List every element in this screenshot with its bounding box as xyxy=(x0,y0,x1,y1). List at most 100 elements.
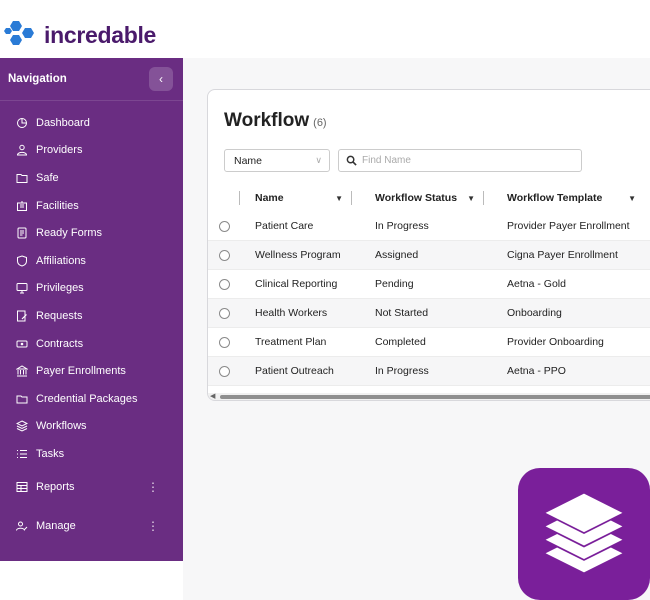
sidebar-item-label: Reports xyxy=(36,481,75,494)
workflow-card: Workflow(6) Name ∨ Name ▼ Workflow Statu… xyxy=(207,89,650,401)
sidebar-item-label: Safe xyxy=(36,171,59,184)
privileges-icon xyxy=(16,282,28,294)
sidebar-item-label: Contracts xyxy=(36,337,84,350)
cell-template: Aetna - Gold xyxy=(507,278,566,290)
column-header-workflow-template[interactable]: Workflow Template ▼ xyxy=(492,192,642,204)
workflows-icon xyxy=(16,420,28,432)
search-input[interactable] xyxy=(362,155,562,166)
table-row[interactable]: Patient Outreach In Progress Aetna - PPO xyxy=(208,357,650,386)
column-divider xyxy=(351,191,352,205)
providers-icon xyxy=(16,144,28,156)
row-select-radio[interactable] xyxy=(218,278,230,290)
search-icon xyxy=(346,155,357,166)
workflow-table: Name ▼ Workflow Status ▼ Workflow Templa… xyxy=(208,184,650,386)
sidebar-item-manage[interactable]: Manage ⋮ xyxy=(0,507,183,546)
sidebar-item-tasks[interactable]: Tasks xyxy=(0,440,183,468)
table-row[interactable]: Treatment Plan Completed Provider Onboar… xyxy=(208,328,650,357)
row-select-radio[interactable] xyxy=(218,307,230,319)
row-select-radio[interactable] xyxy=(218,220,230,232)
sidebar-item-privileges[interactable]: Privileges xyxy=(0,275,183,303)
safe-icon xyxy=(16,172,28,184)
sidebar-item-label: Affiliations xyxy=(36,254,86,267)
contracts-icon xyxy=(16,338,28,350)
cell-template: Aetna - PPO xyxy=(507,365,566,377)
table-row[interactable]: Health Workers Not Started Onboarding xyxy=(208,299,650,328)
sidebar-item-label: Dashboard xyxy=(36,116,90,129)
sidebar-item-label: Requests xyxy=(36,309,83,322)
sidebar-item-facilities[interactable]: Facilities xyxy=(0,192,183,220)
scrollbar-thumb[interactable] xyxy=(220,395,650,399)
sidebar-item-credential-packages[interactable]: Credential Packages xyxy=(0,385,183,413)
row-select-radio[interactable] xyxy=(218,336,230,348)
sidebar-collapse-button[interactable]: ‹ xyxy=(149,67,173,91)
cell-name: Wellness Program xyxy=(255,249,341,261)
filter-icon[interactable]: ▼ xyxy=(335,194,343,203)
column-header-name[interactable]: Name ▼ xyxy=(240,191,360,205)
search-field-value: Name xyxy=(234,154,263,167)
sidebar-item-affiliations[interactable]: Affiliations xyxy=(0,247,183,275)
scroll-left-icon[interactable]: ◀ xyxy=(210,392,215,400)
table-row[interactable]: Clinical Reporting Pending Aetna - Gold xyxy=(208,270,650,299)
dashboard-icon xyxy=(16,117,28,129)
cell-status: Not Started xyxy=(375,307,429,319)
cell-template: Cigna Payer Enrollment xyxy=(507,249,618,261)
sidebar-item-label: Manage xyxy=(36,520,76,533)
cell-name: Patient Outreach xyxy=(255,365,334,377)
sidebar-item-workflows[interactable]: Workflows xyxy=(0,413,183,441)
table-header: Name ▼ Workflow Status ▼ Workflow Templa… xyxy=(208,184,650,212)
brand-name: incredable xyxy=(44,21,157,48)
facilities-icon xyxy=(16,200,28,212)
sidebar-item-providers[interactable]: Providers xyxy=(0,137,183,165)
row-select-radio[interactable] xyxy=(218,249,230,261)
app-icon[interactable] xyxy=(518,468,650,600)
requests-icon xyxy=(16,310,28,322)
search-field-select[interactable]: Name ∨ xyxy=(224,149,330,172)
more-vertical-icon[interactable]: ⋮ xyxy=(147,519,159,533)
ready-forms-icon xyxy=(16,227,28,239)
more-vertical-icon[interactable]: ⋮ xyxy=(147,480,159,494)
affiliations-icon xyxy=(16,255,28,267)
sidebar-item-contracts[interactable]: Contracts xyxy=(0,330,183,358)
sidebar-item-safe[interactable]: Safe xyxy=(0,164,183,192)
chevron-left-icon: ‹ xyxy=(159,72,163,86)
sidebar-item-requests[interactable]: Requests xyxy=(0,302,183,330)
manage-icon xyxy=(16,520,28,532)
column-divider xyxy=(239,191,240,205)
cell-status: In Progress xyxy=(375,365,429,377)
sidebar-title: Navigation xyxy=(8,73,67,85)
sidebar-item-dashboard[interactable]: Dashboard xyxy=(0,109,183,137)
payer-enrollments-icon xyxy=(16,365,28,377)
cell-template: Provider Onboarding xyxy=(507,336,604,348)
tasks-icon xyxy=(16,448,28,460)
row-select-radio[interactable] xyxy=(218,365,230,377)
cell-template: Onboarding xyxy=(507,307,562,319)
record-count: (6) xyxy=(313,117,327,129)
cell-name: Treatment Plan xyxy=(255,336,327,348)
chevron-down-icon: ∨ xyxy=(315,155,322,165)
sidebar-item-ready-forms[interactable]: Ready Forms xyxy=(0,219,183,247)
brand-logo[interactable]: incredable xyxy=(4,20,156,50)
cell-status: Pending xyxy=(375,278,414,290)
filter-icon[interactable]: ▼ xyxy=(467,194,475,203)
cell-name: Patient Care xyxy=(255,220,314,232)
sidebar-item-reports[interactable]: Reports ⋮ xyxy=(0,468,183,507)
hexagon-cluster-logo-icon xyxy=(4,21,34,45)
sidebar-item-payer-enrollments[interactable]: Payer Enrollments xyxy=(0,357,183,385)
cell-name: Clinical Reporting xyxy=(255,278,338,290)
sidebar-header: Navigation ‹ xyxy=(0,58,183,101)
app-root: { "brand": { "name": "incredable", "logo… xyxy=(0,0,650,600)
sidebar-item-label: Facilities xyxy=(36,199,79,212)
table-row[interactable]: Wellness Program Assigned Cigna Payer En… xyxy=(208,241,650,270)
sidebar-item-label: Privileges xyxy=(36,282,84,295)
cell-status: In Progress xyxy=(375,220,429,232)
reports-icon xyxy=(16,481,28,493)
sidebar-nav-list: Dashboard Providers Safe Facilities Read… xyxy=(0,101,183,546)
horizontal-scrollbar[interactable]: ◀ xyxy=(208,392,650,400)
table-row[interactable]: Patient Care In Progress Provider Payer … xyxy=(208,212,650,241)
search-box[interactable] xyxy=(338,149,582,172)
sidebar-item-label: Ready Forms xyxy=(36,227,103,240)
page-title: Workflow (6) xyxy=(224,110,327,131)
column-header-workflow-status[interactable]: Workflow Status ▼ xyxy=(360,191,492,205)
sidebar-item-label: Credential Packages xyxy=(36,392,138,405)
filter-icon[interactable]: ▼ xyxy=(628,194,636,203)
